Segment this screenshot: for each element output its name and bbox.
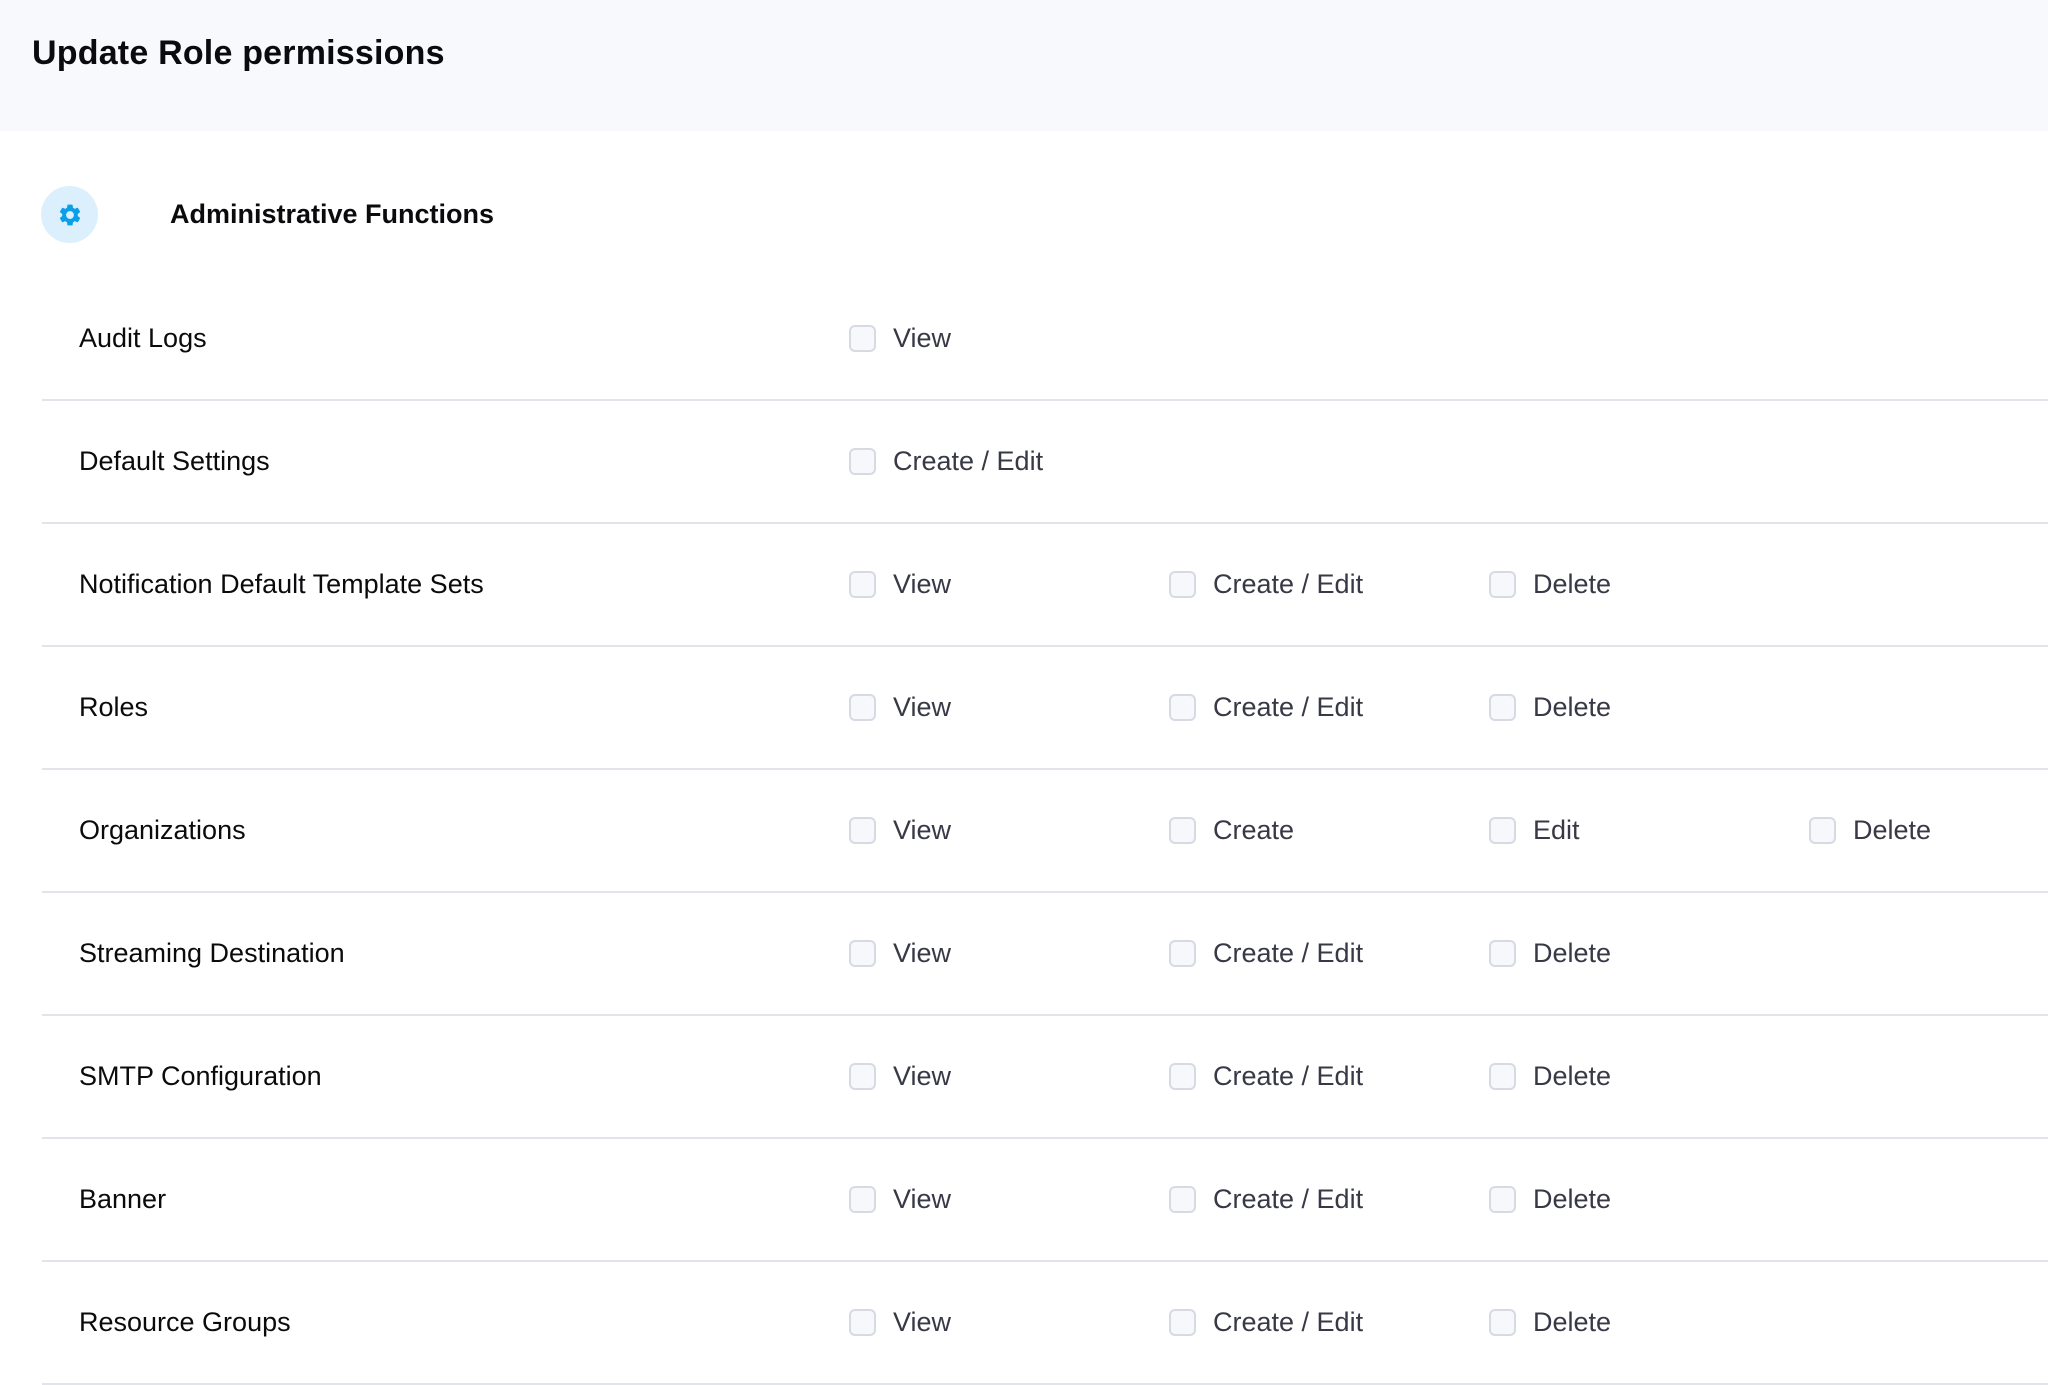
section-header: Administrative Functions: [41, 186, 494, 243]
checkbox[interactable]: [1489, 1186, 1516, 1213]
section-icon-badge: [41, 186, 98, 243]
perm-label: Delete: [1533, 569, 1612, 599]
row-label: Notification Default Template Sets: [79, 569, 484, 599]
perm-label: Create / Edit: [1213, 1061, 1364, 1091]
row-label: SMTP Configuration: [79, 1061, 322, 1091]
perm-organizations-delete[interactable]: Delete: [1809, 770, 1931, 891]
page-header: Update Role permissions: [0, 0, 2048, 131]
perm-organizations-create[interactable]: Create: [1169, 770, 1294, 891]
perm-roles-view[interactable]: View: [849, 647, 951, 768]
permission-row-default-settings: Default Settings Create / Edit: [42, 401, 2048, 524]
perm-roles-delete[interactable]: Delete: [1489, 647, 1611, 768]
checkbox[interactable]: [1489, 817, 1516, 844]
perm-label: View: [893, 323, 952, 353]
perm-label: Create / Edit: [1213, 938, 1364, 968]
row-label: Audit Logs: [79, 323, 207, 353]
permission-row-streaming-destination: Streaming Destination View Create / Edit…: [42, 893, 2048, 1016]
page-title: Update Role permissions: [32, 34, 445, 72]
perm-streaming-create-edit[interactable]: Create / Edit: [1169, 893, 1363, 1014]
row-label: Streaming Destination: [79, 938, 345, 968]
perm-organizations-view[interactable]: View: [849, 770, 951, 891]
perm-label: Delete: [1533, 692, 1612, 722]
perm-label: Create / Edit: [1213, 569, 1364, 599]
gear-icon: [59, 204, 80, 225]
perm-label: View: [893, 1184, 952, 1214]
checkbox[interactable]: [849, 1063, 876, 1090]
perm-smtp-create-edit[interactable]: Create / Edit: [1169, 1016, 1363, 1137]
perm-label: Create / Edit: [1213, 1184, 1364, 1214]
checkbox[interactable]: [849, 1186, 876, 1213]
perm-label: Delete: [1533, 938, 1612, 968]
permission-row-smtp-configuration: SMTP Configuration View Create / Edit De…: [42, 1016, 2048, 1139]
perm-resource-groups-create-edit[interactable]: Create / Edit: [1169, 1262, 1363, 1383]
perm-label: View: [893, 1061, 952, 1091]
section-title: Administrative Functions: [170, 199, 495, 229]
perm-streaming-delete[interactable]: Delete: [1489, 893, 1611, 1014]
perm-label: Edit: [1533, 815, 1580, 845]
checkbox[interactable]: [849, 448, 876, 475]
perm-resource-groups-delete[interactable]: Delete: [1489, 1262, 1611, 1383]
perm-smtp-delete[interactable]: Delete: [1489, 1016, 1611, 1137]
perm-label: Create / Edit: [1213, 1307, 1364, 1337]
permission-row-banner: Banner View Create / Edit Delete: [42, 1139, 2048, 1262]
perm-organizations-edit[interactable]: Edit: [1489, 770, 1580, 891]
perm-notification-delete[interactable]: Delete: [1489, 524, 1611, 645]
checkbox[interactable]: [849, 940, 876, 967]
perm-label: Delete: [1533, 1061, 1612, 1091]
perm-label: View: [893, 692, 952, 722]
perm-smtp-view[interactable]: View: [849, 1016, 951, 1137]
perm-label: Create: [1213, 815, 1295, 845]
perm-label: View: [893, 569, 952, 599]
checkbox[interactable]: [1489, 1309, 1516, 1336]
checkbox[interactable]: [849, 325, 876, 352]
checkbox[interactable]: [849, 1309, 876, 1336]
checkbox[interactable]: [1169, 1309, 1196, 1336]
perm-roles-create-edit[interactable]: Create / Edit: [1169, 647, 1363, 768]
row-label: Resource Groups: [79, 1307, 291, 1337]
permission-row-audit-logs: Audit Logs View: [42, 278, 2048, 401]
perm-label: Create / Edit: [893, 446, 1044, 476]
checkbox[interactable]: [1809, 817, 1836, 844]
row-label: Banner: [79, 1184, 167, 1214]
perm-banner-create-edit[interactable]: Create / Edit: [1169, 1139, 1363, 1260]
perm-label: Delete: [1533, 1184, 1612, 1214]
checkbox[interactable]: [1489, 940, 1516, 967]
checkbox[interactable]: [1489, 694, 1516, 721]
checkbox[interactable]: [849, 571, 876, 598]
permission-row-roles: Roles View Create / Edit Delete: [42, 647, 2048, 770]
perm-label: View: [893, 938, 952, 968]
row-label: Default Settings: [79, 446, 270, 476]
perm-label: View: [893, 1307, 952, 1337]
checkbox[interactable]: [1489, 571, 1516, 598]
checkbox[interactable]: [1169, 817, 1196, 844]
permission-row-notification-template-sets: Notification Default Template Sets View …: [42, 524, 2048, 647]
checkbox[interactable]: [849, 817, 876, 844]
permission-row-organizations: Organizations View Create Edit Delete: [42, 770, 2048, 893]
perm-streaming-view[interactable]: View: [849, 893, 951, 1014]
perm-notification-view[interactable]: View: [849, 524, 951, 645]
perm-label: Delete: [1533, 1307, 1612, 1337]
checkbox[interactable]: [1489, 1063, 1516, 1090]
row-label: Organizations: [79, 815, 246, 845]
perm-label: Create / Edit: [1213, 692, 1364, 722]
checkbox[interactable]: [1169, 1063, 1196, 1090]
perm-banner-delete[interactable]: Delete: [1489, 1139, 1611, 1260]
perm-notification-create-edit[interactable]: Create / Edit: [1169, 524, 1363, 645]
permission-row-resource-groups: Resource Groups View Create / Edit Delet…: [42, 1262, 2048, 1385]
perm-default-settings-create-edit[interactable]: Create / Edit: [849, 401, 1043, 522]
checkbox[interactable]: [1169, 1186, 1196, 1213]
checkbox[interactable]: [1169, 571, 1196, 598]
checkbox[interactable]: [849, 694, 876, 721]
perm-label: Delete: [1853, 815, 1932, 845]
permissions-table: Audit Logs View Default Settings Create …: [42, 278, 2048, 1385]
perm-audit-logs-view[interactable]: View: [849, 278, 951, 399]
checkbox[interactable]: [1169, 940, 1196, 967]
perm-label: View: [893, 815, 952, 845]
perm-banner-view[interactable]: View: [849, 1139, 951, 1260]
row-label: Roles: [79, 692, 149, 722]
checkbox[interactable]: [1169, 694, 1196, 721]
perm-resource-groups-view[interactable]: View: [849, 1262, 951, 1383]
